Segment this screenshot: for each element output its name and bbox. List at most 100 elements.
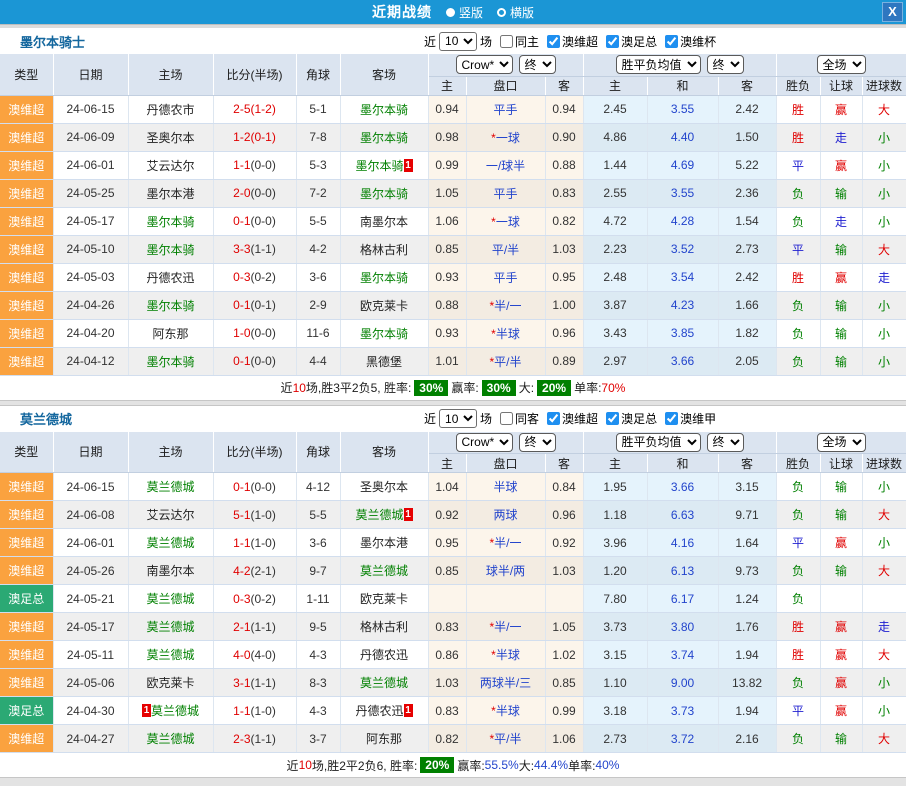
spf-stage-select[interactable]: 终 <box>707 433 744 452</box>
win-odds-cell: 3.43 <box>583 319 647 347</box>
rate-badge: 30% <box>414 380 448 396</box>
halftime-score: (0-0) <box>251 214 276 228</box>
close-icon[interactable]: X <box>882 2 903 22</box>
fulltime-score: 2-0 <box>233 186 250 200</box>
result-cell: 胜 <box>776 95 820 123</box>
away-team-cell: 莫兰德城1 <box>340 501 428 529</box>
sub-handicap: 盘口 <box>466 454 545 473</box>
bookmaker-select[interactable]: Crow* <box>456 55 513 74</box>
win-odds-cell: 2.73 <box>583 725 647 753</box>
col-score: 比分(半场) <box>213 54 296 95</box>
league1-checkbox[interactable] <box>547 35 560 48</box>
date-cell: 24-06-15 <box>53 473 128 501</box>
handicap-label: 球半/两 <box>486 564 525 578</box>
handicap-cell: 半球 <box>466 473 545 501</box>
team-label: 墨尔本骑 <box>146 299 194 313</box>
match-count-select[interactable]: 10 <box>439 32 477 51</box>
away-odds-cell: 0.88 <box>545 151 583 179</box>
score-cell: 1-1(0-0) <box>213 151 296 179</box>
win-odds-cell: 2.23 <box>583 235 647 263</box>
odds-stage-select[interactable]: 终 <box>519 433 556 452</box>
handicap-label: 半/一 <box>494 536 521 550</box>
handicap-result-cell: 赢 <box>820 263 862 291</box>
sub-goals: 进球数 <box>862 76 906 95</box>
home-team-cell: 莫兰德城 <box>128 473 213 501</box>
type-cell: 澳维超 <box>0 319 53 347</box>
lose-odds-cell: 5.22 <box>718 151 776 179</box>
layout-radio-horizontal[interactable]: 横版 <box>489 4 534 21</box>
bottom-divider <box>0 777 906 786</box>
team-label: 莫兰德城 <box>355 508 403 522</box>
corner-cell: 7-8 <box>296 123 340 151</box>
date-cell: 24-06-01 <box>53 529 128 557</box>
fulltime-score: 1-2 <box>233 130 250 144</box>
league3-checkbox[interactable] <box>665 35 678 48</box>
score-cell: 0-1(0-0) <box>213 207 296 235</box>
away-odds-cell: 0.85 <box>545 669 583 697</box>
home-team-cell: 丹德农市 <box>128 95 213 123</box>
handicap-result-cell <box>820 585 862 613</box>
col-away: 客场 <box>340 432 428 473</box>
home-team-cell: 艾云达尔 <box>128 501 213 529</box>
type-cell: 澳维超 <box>0 669 53 697</box>
fulltime-score: 1-1 <box>233 536 250 550</box>
goals-cell: 小 <box>862 151 906 179</box>
halftime-score: (0-0) <box>251 158 276 172</box>
handicap-label: 半球 <box>496 648 520 662</box>
score-cell: 0-1(0-0) <box>213 473 296 501</box>
radio-unselected-icon[interactable] <box>497 8 506 17</box>
date-cell: 24-05-21 <box>53 585 128 613</box>
spf-stage-select[interactable]: 终 <box>707 55 744 74</box>
spf-select[interactable]: 胜平负均值 <box>616 433 701 452</box>
team-label: 墨尔本骑 <box>360 103 408 117</box>
handicap-result-cell: 输 <box>820 347 862 375</box>
col-home: 主场 <box>128 432 213 473</box>
same-away-checkbox[interactable] <box>500 412 513 425</box>
result-group-header: 全场 <box>776 54 906 76</box>
handicap-result-cell: 输 <box>820 501 862 529</box>
odds-stage-select[interactable]: 终 <box>519 55 556 74</box>
away-team-cell: 丹德农迅 <box>340 641 428 669</box>
away-team-cell: 圣奥尔本 <box>340 473 428 501</box>
goals-cell: 小 <box>862 473 906 501</box>
match-count-select[interactable]: 10 <box>439 409 477 428</box>
team2-filters: 近 10 场 同客 澳维超 澳足总 澳维甲 <box>424 406 716 432</box>
handicap-label: 平/半 <box>494 732 521 746</box>
corner-cell: 4-12 <box>296 473 340 501</box>
away-team-cell: 莫兰德城 <box>340 669 428 697</box>
scope-select[interactable]: 全场 <box>817 55 866 74</box>
result-cell: 负 <box>776 347 820 375</box>
match-row: 澳维超24-05-17莫兰德城2-1(1-1)9-5格林古利0.83*半/一1.… <box>0 613 906 641</box>
league1-checkbox[interactable] <box>547 412 560 425</box>
handicap-cell: 平手 <box>466 95 545 123</box>
corner-cell: 5-5 <box>296 207 340 235</box>
bookmaker-select[interactable]: Crow* <box>456 433 513 452</box>
same-home-checkbox[interactable] <box>500 35 513 48</box>
corner-cell: 4-4 <box>296 347 340 375</box>
team2-summary: 近10场,胜2平2负6, 胜率: 20% 赢率:55.5% 大:44.4% 单率… <box>0 753 906 777</box>
handicap-result-cell: 走 <box>820 123 862 151</box>
league2-checkbox[interactable] <box>606 412 619 425</box>
handicap-cell: 两球半/三 <box>466 669 545 697</box>
league2-checkbox[interactable] <box>606 35 619 48</box>
sub-odds-home: 主 <box>428 454 466 473</box>
draw-odds-cell: 4.69 <box>647 151 718 179</box>
matches-table-2: 类型 日期 主场 比分(半场) 角球 客场 Crow*终 胜平负均值终 全场 主… <box>0 432 906 754</box>
summary-text: 大: <box>519 757 534 774</box>
radio-selected-icon[interactable] <box>446 8 455 17</box>
type-cell: 澳维超 <box>0 557 53 585</box>
sub-odds-away: 客 <box>545 76 583 95</box>
scope-select[interactable]: 全场 <box>817 433 866 452</box>
title-bar: 近期战绩 竖版 横版 X <box>0 0 906 24</box>
spf-select[interactable]: 胜平负均值 <box>616 55 701 74</box>
type-cell: 澳维超 <box>0 613 53 641</box>
team-label: 丹德农迅 <box>146 271 194 285</box>
corner-cell: 3-7 <box>296 725 340 753</box>
corner-cell: 1-11 <box>296 585 340 613</box>
team-label: 墨尔本骑 <box>146 355 194 369</box>
goals-cell: 大 <box>862 725 906 753</box>
league3-checkbox[interactable] <box>665 412 678 425</box>
draw-odds-cell: 9.00 <box>647 669 718 697</box>
layout-radio-vertical[interactable]: 竖版 <box>438 4 483 21</box>
home-team-cell: 墨尔本骑 <box>128 207 213 235</box>
